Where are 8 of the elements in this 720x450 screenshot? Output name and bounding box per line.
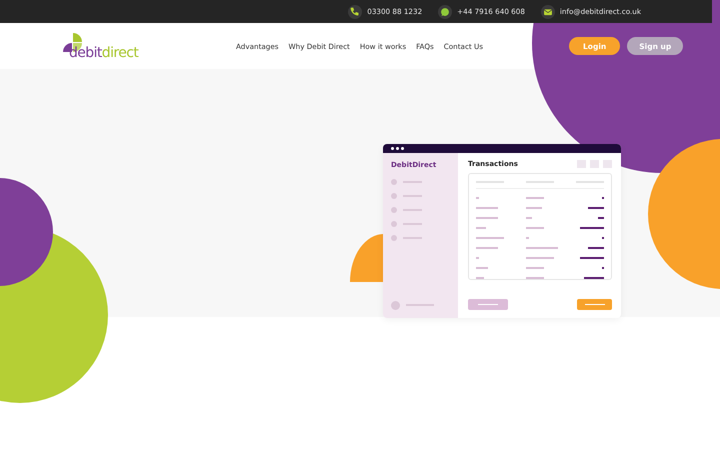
email-icon: [540, 4, 555, 18]
phone-icon: [348, 4, 362, 18]
toolbar-square-icon: [577, 160, 586, 168]
toolbar-square-icon: [603, 160, 612, 168]
whatsapp-icon: [438, 4, 452, 18]
toolbar-square-icon: [590, 160, 599, 168]
avatar-icon: [391, 300, 400, 310]
logo[interactable]: debitdirect: [63, 32, 155, 60]
